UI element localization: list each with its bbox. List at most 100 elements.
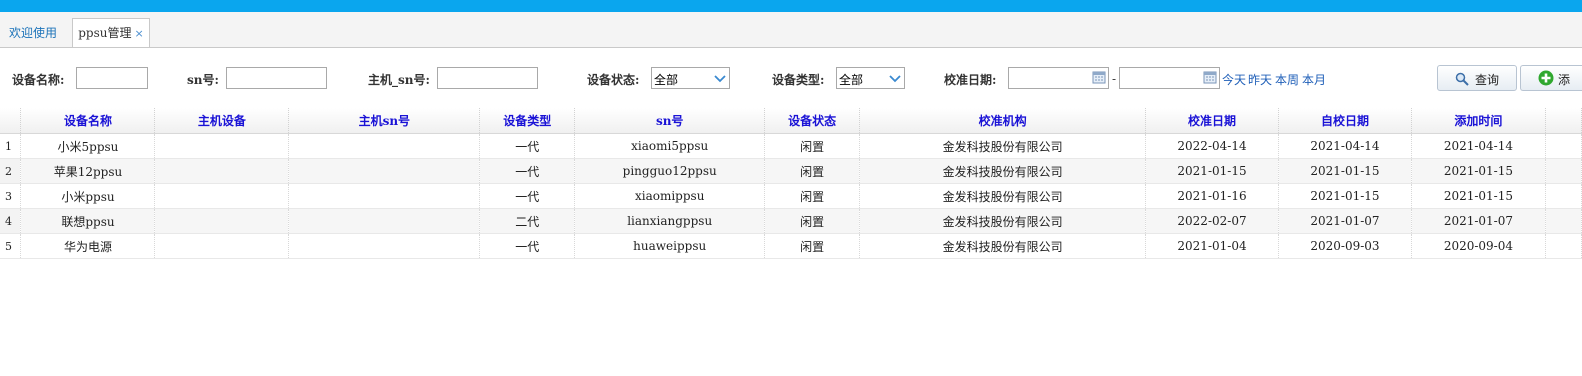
column-header[interactable]: 自校日期 — [1278, 108, 1412, 134]
filler-cell — [1545, 183, 1582, 209]
table-cell — [154, 233, 290, 259]
quick-date-yesterday[interactable]: 昨天 — [1248, 71, 1272, 88]
row-number: 2 — [0, 158, 22, 184]
table-cell: 2021-01-07 — [1278, 208, 1412, 234]
table-cell: 闲置 — [764, 208, 861, 234]
date-separator: - — [1112, 72, 1117, 86]
tab-label: ppsu管理 — [78, 26, 132, 40]
table-cell: 金发科技股份有限公司 — [859, 233, 1147, 259]
table-cell — [288, 233, 481, 259]
table-cell: 华为电源 — [20, 233, 156, 259]
calibration-date-label: 校准日期: — [944, 73, 997, 87]
table-cell — [154, 133, 290, 159]
date-to-input[interactable] — [1119, 67, 1220, 89]
table-cell: 一代 — [479, 183, 576, 209]
table-cell: 金发科技股份有限公司 — [859, 133, 1147, 159]
table-row[interactable]: 2 苹果12ppsu 一代 pingguo12ppsu 闲置 金发科技股份有限公… — [0, 158, 1582, 184]
sn-input[interactable] — [226, 67, 327, 89]
device-table: 设备名称 主机设备 主机sn号 设备类型 sn号 设备状态 校准机构 校准日期 … — [0, 108, 1582, 259]
quick-date-today[interactable]: 今天 — [1222, 71, 1246, 88]
table-cell: huaweippsu — [574, 233, 766, 259]
filler-cell — [1545, 233, 1582, 259]
device-name-input[interactable] — [76, 67, 148, 89]
tab-ppsu-management[interactable]: ppsu管理 × — [72, 18, 150, 47]
table-cell: xiaomi5ppsu — [574, 133, 766, 159]
table-cell — [288, 208, 481, 234]
table-cell: 闲置 — [764, 183, 861, 209]
table-cell: lianxiangppsu — [574, 208, 766, 234]
column-header[interactable]: 设备名称 — [20, 108, 156, 134]
table-cell: 2021-01-16 — [1145, 183, 1279, 209]
column-header[interactable]: 校准日期 — [1145, 108, 1279, 134]
table-header-row: 设备名称 主机设备 主机sn号 设备类型 sn号 设备状态 校准机构 校准日期 … — [0, 108, 1582, 134]
table-row[interactable]: 1 小米5ppsu 一代 xiaomi5ppsu 闲置 金发科技股份有限公司 2… — [0, 133, 1582, 159]
table-cell: 2021-04-14 — [1278, 133, 1412, 159]
filler-cell — [1545, 133, 1582, 159]
table-row[interactable]: 4 联想ppsu 二代 lianxiangppsu 闲置 金发科技股份有限公司 … — [0, 208, 1582, 234]
search-form: 设备名称: sn号: 主机_sn号: 设备状态: 全部 设备类型: 全部 校准日… — [0, 48, 1582, 106]
add-button[interactable]: 添 — [1520, 65, 1582, 91]
table-cell: 二代 — [479, 208, 576, 234]
top-banner — [0, 0, 1582, 12]
device-type-label: 设备类型: — [772, 73, 825, 87]
table-cell — [288, 158, 481, 184]
table-cell: xiaomippsu — [574, 183, 766, 209]
calendar-icon[interactable] — [1092, 70, 1106, 84]
table-cell: 2021-01-15 — [1278, 183, 1412, 209]
column-header[interactable]: 添加时间 — [1411, 108, 1546, 134]
table-cell: 2021-01-15 — [1411, 183, 1546, 209]
device-type-select[interactable]: 全部 — [836, 67, 905, 89]
device-name-label: 设备名称: — [12, 73, 65, 87]
column-header[interactable]: 主机设备 — [154, 108, 290, 134]
quick-date-this-month[interactable]: 本月 — [1302, 71, 1326, 88]
table-cell: 2021-01-15 — [1278, 158, 1412, 184]
table-cell: 2020-09-04 — [1411, 233, 1546, 259]
column-header[interactable]: 设备状态 — [764, 108, 861, 134]
table-cell: 2021-04-14 — [1411, 133, 1546, 159]
table-cell: 小米5ppsu — [20, 133, 156, 159]
row-number: 3 — [0, 183, 22, 209]
table-cell: 苹果12ppsu — [20, 158, 156, 184]
plus-icon — [1538, 70, 1554, 86]
table-row[interactable]: 3 小米ppsu 一代 xiaomippsu 闲置 金发科技股份有限公司 202… — [0, 183, 1582, 209]
table-cell: 金发科技股份有限公司 — [859, 208, 1147, 234]
table-cell: 2021-01-15 — [1411, 158, 1546, 184]
column-header[interactable]: sn号 — [574, 108, 766, 134]
tab-strip: 欢迎使用 ppsu管理 × — [0, 12, 1582, 48]
date-from-input[interactable] — [1008, 67, 1109, 89]
column-header[interactable]: 主机sn号 — [288, 108, 481, 134]
close-icon[interactable]: × — [135, 27, 144, 40]
chevron-down-icon — [714, 75, 726, 83]
table-cell: 金发科技股份有限公司 — [859, 158, 1147, 184]
filler-header — [1545, 108, 1582, 134]
tab-welcome[interactable]: 欢迎使用 — [0, 12, 66, 47]
query-button[interactable]: 查询 — [1437, 65, 1517, 91]
device-status-select[interactable]: 全部 — [651, 67, 730, 89]
column-header[interactable]: 设备类型 — [479, 108, 576, 134]
host-sn-input[interactable] — [437, 67, 538, 89]
table-row[interactable]: 5 华为电源 一代 huaweippsu 闲置 金发科技股份有限公司 2021-… — [0, 233, 1582, 259]
table-cell: 一代 — [479, 158, 576, 184]
table-cell: 2021-01-15 — [1145, 158, 1279, 184]
table-cell: 金发科技股份有限公司 — [859, 183, 1147, 209]
table-cell: 2022-02-07 — [1145, 208, 1279, 234]
calendar-icon[interactable] — [1203, 70, 1217, 84]
table-cell: 2020-09-03 — [1278, 233, 1412, 259]
table-cell: pingguo12ppsu — [574, 158, 766, 184]
row-number: 1 — [0, 133, 22, 159]
table-cell — [154, 183, 290, 209]
quick-date-this-week[interactable]: 本周 — [1275, 71, 1299, 88]
column-header[interactable]: 校准机构 — [859, 108, 1147, 134]
table-cell — [288, 183, 481, 209]
table-cell: 闲置 — [764, 158, 861, 184]
table-cell: 2021-01-07 — [1411, 208, 1546, 234]
table-cell: 小米ppsu — [20, 183, 156, 209]
table-cell: 2022-04-14 — [1145, 133, 1279, 159]
add-button-label: 添 — [1558, 73, 1571, 87]
data-grid: 设备名称 主机设备 主机sn号 设备类型 sn号 设备状态 校准机构 校准日期 … — [0, 108, 1582, 259]
table-cell: 闲置 — [764, 133, 861, 159]
sn-label: sn号: — [187, 73, 219, 87]
query-button-label: 查询 — [1475, 73, 1500, 87]
device-status-label: 设备状态: — [587, 73, 640, 87]
table-cell — [288, 133, 481, 159]
